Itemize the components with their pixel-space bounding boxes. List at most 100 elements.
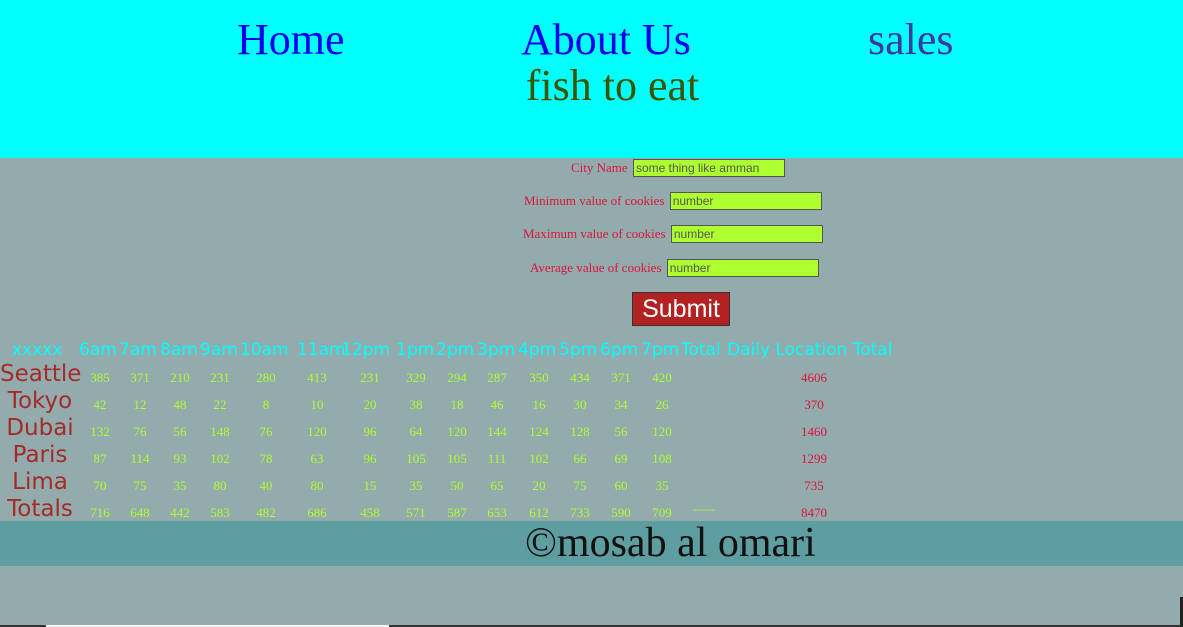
location-total: 370 — [804, 397, 824, 412]
table-cell: 60 — [614, 478, 628, 493]
table-cell: 76 — [259, 424, 273, 439]
footer-copyright: ©mosab al omari — [525, 520, 816, 566]
table-cell: 16 — [532, 397, 546, 412]
table-cell: 80 — [310, 478, 324, 493]
hourly-total: 587 — [447, 505, 467, 520]
location-total: 1460 — [801, 424, 827, 439]
table-cell: 69 — [614, 451, 628, 466]
max-cookies-input[interactable] — [670, 225, 823, 244]
table-cell: 50 — [450, 478, 464, 493]
table-cell: 329 — [406, 370, 426, 385]
page-header: Home About Us sales fish to eat — [0, 0, 1183, 158]
table-cell: 48 — [173, 397, 187, 412]
table-cell: 132 — [90, 424, 110, 439]
table-cell: 105 — [406, 451, 426, 466]
hourly-total: 733 — [570, 505, 590, 520]
hourly-total: 482 — [256, 505, 276, 520]
table-cell: 65 — [490, 478, 504, 493]
hour-header: 12pm — [341, 340, 390, 360]
hour-header: 1pm — [396, 340, 435, 360]
table-cell: 420 — [652, 370, 672, 385]
table-cell: 56 — [173, 424, 187, 439]
table-cell: 35 — [409, 478, 423, 493]
avg-cookies-input[interactable] — [666, 259, 819, 278]
table-cell: 22 — [213, 397, 227, 412]
hourly-total: 709 — [652, 505, 672, 520]
page-title: fish to eat — [525, 61, 700, 110]
table-cell: 413 — [307, 370, 327, 385]
table-cell: 46 — [490, 397, 504, 412]
nav-sales-link[interactable]: sales — [868, 14, 954, 66]
city-name-row: City Name — [571, 158, 785, 178]
hour-header: 4pm — [518, 340, 557, 360]
hour-header: 7pm — [641, 340, 680, 360]
city-name: Tokyo — [7, 388, 73, 414]
city-name-label: City Name — [571, 160, 628, 176]
max-cookies-row: Maximum value of cookies — [523, 224, 823, 244]
table-cell: 96 — [363, 451, 377, 466]
nav-about-link[interactable]: About Us — [521, 14, 691, 66]
table-cell: 231 — [360, 370, 380, 385]
hour-header: 11am — [297, 340, 346, 360]
table-cell: 280 — [256, 370, 276, 385]
hourly-total: 583 — [210, 505, 230, 520]
table-cell: 371 — [611, 370, 631, 385]
table-cell: 102 — [529, 451, 549, 466]
hourly-total: 653 — [487, 505, 507, 520]
table-cell: 287 — [487, 370, 507, 385]
table-cell: 34 — [614, 397, 628, 412]
hourly-total: 442 — [170, 505, 190, 520]
min-cookies-label: Minimum value of cookies — [524, 193, 665, 209]
table-cell: 20 — [532, 478, 546, 493]
table-cell: 80 — [213, 478, 227, 493]
table-cell: 231 — [210, 370, 230, 385]
table-cell: 128 — [570, 424, 590, 439]
table-cell: 35 — [173, 478, 187, 493]
hour-header: 8am — [160, 340, 198, 360]
page-footer: ©mosab al omari — [0, 521, 1183, 566]
hourly-total: 458 — [360, 505, 380, 520]
table-cell: 210 — [170, 370, 190, 385]
table-cell: 64 — [409, 424, 423, 439]
hour-header: 9am — [200, 340, 238, 360]
submit-button[interactable]: Submit — [632, 292, 730, 326]
table-cell: 18 — [450, 397, 464, 412]
table-cell: 111 — [487, 451, 507, 466]
hourly-total: 686 — [307, 505, 327, 520]
table-cell: 42 — [93, 397, 107, 412]
hour-header: 2pm — [436, 340, 475, 360]
table-cell: 12 — [133, 397, 147, 412]
hour-header: 6am — [79, 340, 117, 360]
table-cell: 371 — [130, 370, 150, 385]
hour-header: 5pm — [559, 340, 598, 360]
table-cell: 96 — [363, 424, 377, 439]
city-name-input[interactable] — [632, 159, 785, 178]
location-total: 4606 — [801, 370, 827, 385]
hourly-total: 571 — [406, 505, 426, 520]
table-cell: 120 — [652, 424, 672, 439]
table-cell: 114 — [130, 451, 150, 466]
table-cell: 56 — [614, 424, 628, 439]
table-cell: 40 — [259, 478, 273, 493]
table-cell: 102 — [210, 451, 230, 466]
totals-separator: ===== — [692, 506, 716, 515]
table-cell: 105 — [447, 451, 467, 466]
min-cookies-input[interactable] — [669, 192, 822, 211]
avg-cookies-row: Average value of cookies — [530, 258, 819, 278]
table-cell: 15 — [363, 478, 377, 493]
table-cell: 76 — [133, 424, 147, 439]
table-cell: 8 — [262, 397, 270, 412]
hour-header: 7am — [119, 340, 157, 360]
table-cell: 26 — [655, 397, 669, 412]
city-name: Lima — [12, 469, 68, 495]
max-cookies-label: Maximum value of cookies — [523, 226, 666, 242]
table-corner-header: xxxxx — [12, 340, 63, 360]
table-cell: 144 — [487, 424, 507, 439]
table-cell: 124 — [529, 424, 549, 439]
table-cell: 70 — [93, 478, 107, 493]
table-cell: 120 — [307, 424, 327, 439]
hour-header: 6pm — [600, 340, 639, 360]
total-header: Total — [681, 340, 721, 360]
table-cell: 38 — [409, 397, 423, 412]
nav-home-link[interactable]: Home — [237, 14, 345, 66]
